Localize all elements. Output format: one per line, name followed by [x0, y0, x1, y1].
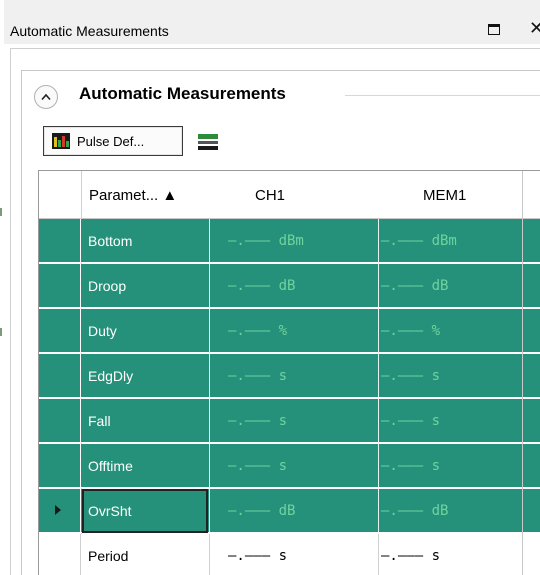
cell-ch1[interactable]: –.––– s — [228, 399, 378, 443]
row-header[interactable] — [39, 309, 81, 353]
column-header-ch1[interactable]: CH1 — [255, 171, 335, 219]
cell-mem1[interactable]: –.––– % — [381, 309, 521, 353]
row-header[interactable] — [39, 219, 81, 263]
row-header[interactable] — [39, 489, 81, 533]
cell-mem1[interactable]: –.––– s — [381, 534, 521, 575]
focused-cell-outline — [82, 489, 208, 533]
cell-separator — [209, 264, 210, 308]
table-row[interactable]: Period –.––– s –.––– s — [39, 534, 540, 575]
table-row[interactable]: Offtime –.––– s –.––– s — [39, 444, 540, 488]
table-row[interactable]: OvrSht –.––– dB –.––– dB — [39, 489, 540, 533]
cell-parameter[interactable]: EdgDly — [88, 354, 206, 398]
cell-separator — [378, 534, 379, 575]
window-title-bar[interactable]: Automatic Measurements ✕ — [4, 0, 540, 44]
cell-separator — [378, 309, 379, 353]
cell-ch1[interactable]: –.––– dBm — [228, 219, 378, 263]
cell-ch1[interactable]: –.––– dB — [228, 264, 378, 308]
cell-separator — [209, 444, 210, 488]
cell-parameter[interactable]: Period — [88, 534, 206, 575]
cell-separator — [378, 489, 379, 533]
cell-mem1[interactable]: –.––– s — [381, 354, 521, 398]
cell-mem1[interactable]: –.––– s — [381, 399, 521, 443]
window-title: Automatic Measurements — [10, 23, 169, 39]
pulse-definition-icon — [52, 133, 70, 149]
cell-separator — [378, 399, 379, 443]
row-header[interactable] — [39, 399, 81, 443]
cell-separator — [378, 219, 379, 263]
group-divider — [345, 95, 540, 96]
cell-separator — [378, 354, 379, 398]
close-icon[interactable]: ✕ — [529, 19, 540, 37]
left-edge — [0, 0, 4, 575]
cell-separator — [209, 489, 210, 533]
cell-separator — [378, 444, 379, 488]
collapse-group-button[interactable] — [34, 85, 58, 109]
pulse-def-button[interactable]: Pulse Def... — [43, 126, 183, 156]
grid-header: Paramet... ▲ CH1 MEM1 — [39, 171, 540, 219]
cell-ch1[interactable]: –.––– s — [228, 354, 378, 398]
cell-mem1[interactable]: –.––– s — [381, 444, 521, 488]
bus-button[interactable] — [194, 128, 222, 156]
bus-icon — [198, 134, 218, 139]
chevron-up-icon — [41, 93, 51, 101]
edge-mark — [0, 208, 2, 216]
column-header-parameter[interactable]: Paramet... ▲ — [89, 171, 209, 219]
table-row[interactable]: Duty –.––– % –.––– % — [39, 309, 540, 353]
pulse-def-label: Pulse Def... — [77, 133, 145, 149]
cell-ch1[interactable]: –.––– % — [228, 309, 378, 353]
group-title: Automatic Measurements — [79, 84, 286, 103]
row-header[interactable] — [39, 264, 81, 308]
measurements-grid: Paramet... ▲ CH1 MEM1 Bottom –.––– dBm –.–… — [38, 170, 540, 575]
cell-mem1[interactable]: –.––– dBm — [381, 219, 521, 263]
cell-separator — [209, 219, 210, 263]
cell-mem1[interactable]: –.––– dB — [381, 489, 521, 533]
restore-window-icon[interactable] — [488, 24, 502, 36]
table-row[interactable]: Fall –.––– s –.––– s — [39, 399, 540, 443]
cell-ch1[interactable]: –.––– s — [228, 534, 378, 575]
cell-separator — [209, 354, 210, 398]
row-header[interactable] — [39, 444, 81, 488]
cell-parameter[interactable]: Offtime — [88, 444, 206, 488]
row-header[interactable] — [39, 354, 81, 398]
row-header[interactable] — [39, 534, 81, 575]
table-row[interactable]: Bottom –.––– dBm –.––– dBm — [39, 219, 540, 263]
cell-mem1[interactable]: –.––– dB — [381, 264, 521, 308]
table-row[interactable]: Droop –.––– dB –.––– dB — [39, 264, 540, 308]
cell-separator — [209, 534, 210, 575]
cell-separator — [378, 264, 379, 308]
cell-ch1[interactable]: –.––– s — [228, 444, 378, 488]
cell-ch1[interactable]: –.––– dB — [228, 489, 378, 533]
edge-mark — [0, 328, 2, 336]
column-header-mem1[interactable]: MEM1 — [423, 171, 503, 219]
cell-separator — [209, 309, 210, 353]
table-row[interactable]: EdgDly –.––– s –.––– s — [39, 354, 540, 398]
cell-parameter[interactable]: Droop — [88, 264, 206, 308]
cell-parameter[interactable]: Bottom — [88, 219, 206, 263]
current-row-arrow-icon — [55, 505, 61, 515]
cell-parameter[interactable]: Duty — [88, 309, 206, 353]
grid-right-border — [522, 171, 523, 575]
cell-separator — [209, 399, 210, 443]
cell-parameter[interactable]: Fall — [88, 399, 206, 443]
